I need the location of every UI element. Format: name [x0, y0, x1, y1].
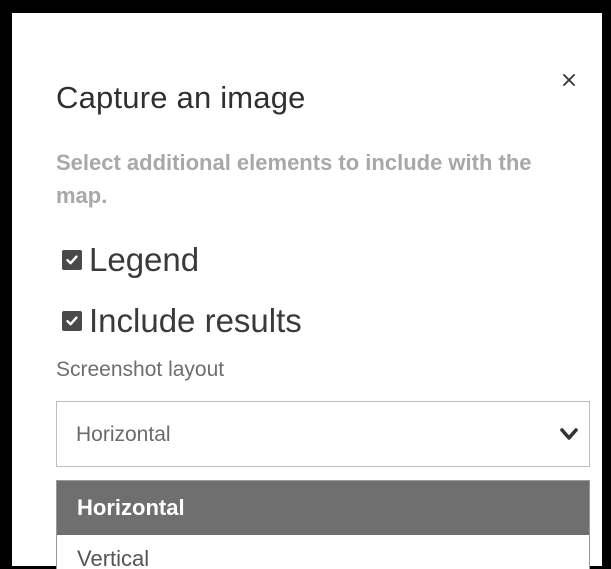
include-results-checkbox[interactable] [62, 311, 82, 331]
dialog-description: Select additional elements to include wi… [56, 150, 532, 208]
layout-dropdown-list: Horizontal Vertical [56, 480, 590, 569]
chevron-down-icon [560, 428, 578, 440]
capture-image-dialog: Capture an image Select additional eleme… [12, 13, 602, 569]
legend-checkbox[interactable] [62, 250, 82, 270]
option-vertical[interactable]: Vertical [57, 535, 589, 569]
legend-option[interactable]: Legend [62, 241, 199, 279]
screenshot-layout-select[interactable]: Horizontal [56, 401, 590, 467]
close-button[interactable] [558, 69, 580, 91]
option-horizontal[interactable]: Horizontal [57, 481, 589, 535]
include-results-option[interactable]: Include results [62, 302, 302, 340]
checkmark-icon [66, 255, 78, 265]
checkmark-icon [66, 316, 78, 326]
legend-label: Legend [89, 241, 200, 278]
include-results-label: Include results [89, 302, 302, 339]
close-icon [563, 74, 575, 86]
select-value: Horizontal [76, 423, 171, 446]
dialog-title: Capture an image [56, 80, 306, 115]
screenshot-layout-label: Screenshot layout [56, 358, 225, 381]
